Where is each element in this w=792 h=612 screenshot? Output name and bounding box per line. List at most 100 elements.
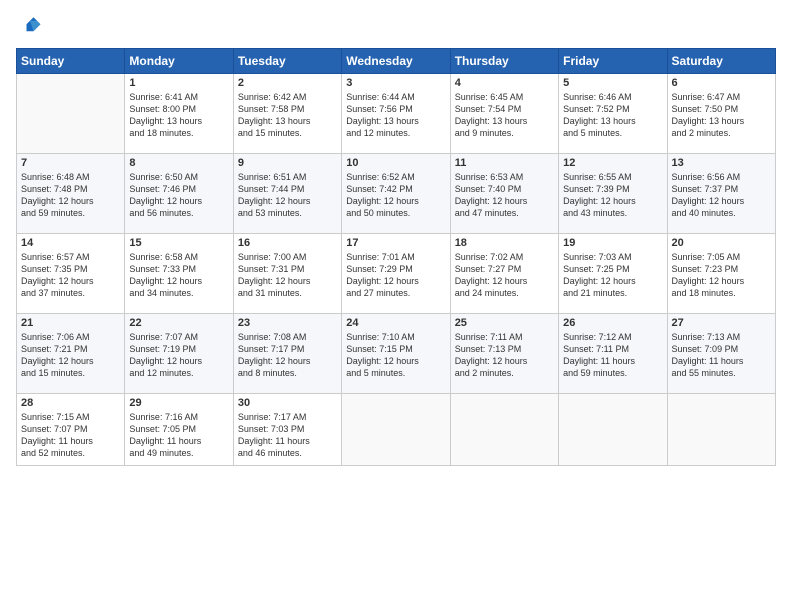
- day-number: 4: [455, 77, 554, 89]
- day-number: 19: [563, 237, 662, 249]
- cell-content: Sunrise: 7:11 AM Sunset: 7:13 PM Dayligh…: [455, 331, 554, 380]
- col-header-saturday: Saturday: [667, 49, 775, 74]
- cell-content: Sunrise: 7:05 AM Sunset: 7:23 PM Dayligh…: [672, 251, 771, 300]
- cell-4-1: 21 Sunrise: 7:06 AM Sunset: 7:21 PM Dayli…: [17, 314, 125, 394]
- day-number: 2: [238, 77, 337, 89]
- cell-content: Sunrise: 6:46 AM Sunset: 7:52 PM Dayligh…: [563, 91, 662, 140]
- page: SundayMondayTuesdayWednesdayThursdayFrid…: [0, 0, 792, 612]
- week-row-1: 1 Sunrise: 6:41 AM Sunset: 8:00 PM Daylig…: [17, 74, 776, 154]
- cell-content: Sunrise: 6:58 AM Sunset: 7:33 PM Dayligh…: [129, 251, 228, 300]
- day-number: 28: [21, 397, 120, 409]
- day-number: 25: [455, 317, 554, 329]
- day-number: 21: [21, 317, 120, 329]
- day-number: 16: [238, 237, 337, 249]
- cell-3-6: 19 Sunrise: 7:03 AM Sunset: 7:25 PM Dayli…: [559, 234, 667, 314]
- cell-content: Sunrise: 7:00 AM Sunset: 7:31 PM Dayligh…: [238, 251, 337, 300]
- day-number: 20: [672, 237, 771, 249]
- day-number: 13: [672, 157, 771, 169]
- cell-2-2: 8 Sunrise: 6:50 AM Sunset: 7:46 PM Daylig…: [125, 154, 233, 234]
- cell-1-4: 3 Sunrise: 6:44 AM Sunset: 7:56 PM Daylig…: [342, 74, 450, 154]
- day-number: 8: [129, 157, 228, 169]
- header-row: SundayMondayTuesdayWednesdayThursdayFrid…: [17, 49, 776, 74]
- week-row-2: 7 Sunrise: 6:48 AM Sunset: 7:48 PM Daylig…: [17, 154, 776, 234]
- cell-content: Sunrise: 6:50 AM Sunset: 7:46 PM Dayligh…: [129, 171, 228, 220]
- day-number: 11: [455, 157, 554, 169]
- cell-content: Sunrise: 7:16 AM Sunset: 7:05 PM Dayligh…: [129, 411, 228, 460]
- logo: [16, 12, 48, 40]
- cell-1-2: 1 Sunrise: 6:41 AM Sunset: 8:00 PM Daylig…: [125, 74, 233, 154]
- week-row-5: 28 Sunrise: 7:15 AM Sunset: 7:07 PM Dayli…: [17, 394, 776, 466]
- cell-content: Sunrise: 7:10 AM Sunset: 7:15 PM Dayligh…: [346, 331, 445, 380]
- cell-2-5: 11 Sunrise: 6:53 AM Sunset: 7:40 PM Dayli…: [450, 154, 558, 234]
- cell-content: Sunrise: 7:07 AM Sunset: 7:19 PM Dayligh…: [129, 331, 228, 380]
- header: [16, 12, 776, 40]
- calendar-table: SundayMondayTuesdayWednesdayThursdayFrid…: [16, 48, 776, 466]
- cell-1-6: 5 Sunrise: 6:46 AM Sunset: 7:52 PM Daylig…: [559, 74, 667, 154]
- cell-content: Sunrise: 7:02 AM Sunset: 7:27 PM Dayligh…: [455, 251, 554, 300]
- cell-4-2: 22 Sunrise: 7:07 AM Sunset: 7:19 PM Dayli…: [125, 314, 233, 394]
- col-header-thursday: Thursday: [450, 49, 558, 74]
- day-number: 7: [21, 157, 120, 169]
- cell-content: Sunrise: 6:55 AM Sunset: 7:39 PM Dayligh…: [563, 171, 662, 220]
- cell-2-6: 12 Sunrise: 6:55 AM Sunset: 7:39 PM Dayli…: [559, 154, 667, 234]
- day-number: 24: [346, 317, 445, 329]
- col-header-friday: Friday: [559, 49, 667, 74]
- cell-content: Sunrise: 7:03 AM Sunset: 7:25 PM Dayligh…: [563, 251, 662, 300]
- cell-5-4: [342, 394, 450, 466]
- cell-5-1: 28 Sunrise: 7:15 AM Sunset: 7:07 PM Dayli…: [17, 394, 125, 466]
- logo-icon: [16, 12, 44, 40]
- cell-content: Sunrise: 6:42 AM Sunset: 7:58 PM Dayligh…: [238, 91, 337, 140]
- cell-content: Sunrise: 6:53 AM Sunset: 7:40 PM Dayligh…: [455, 171, 554, 220]
- day-number: 10: [346, 157, 445, 169]
- cell-4-7: 27 Sunrise: 7:13 AM Sunset: 7:09 PM Dayli…: [667, 314, 775, 394]
- cell-5-2: 29 Sunrise: 7:16 AM Sunset: 7:05 PM Dayli…: [125, 394, 233, 466]
- day-number: 18: [455, 237, 554, 249]
- day-number: 29: [129, 397, 228, 409]
- week-row-3: 14Sunrise: 6:57 AM Sunset: 7:35 PM Dayli…: [17, 234, 776, 314]
- cell-2-1: 7 Sunrise: 6:48 AM Sunset: 7:48 PM Daylig…: [17, 154, 125, 234]
- cell-content: Sunrise: 6:57 AM Sunset: 7:35 PM Dayligh…: [21, 251, 120, 300]
- day-number: 9: [238, 157, 337, 169]
- day-number: 23: [238, 317, 337, 329]
- day-number: 5: [563, 77, 662, 89]
- cell-content: Sunrise: 6:45 AM Sunset: 7:54 PM Dayligh…: [455, 91, 554, 140]
- cell-2-7: 13 Sunrise: 6:56 AM Sunset: 7:37 PM Dayli…: [667, 154, 775, 234]
- cell-content: Sunrise: 7:17 AM Sunset: 7:03 PM Dayligh…: [238, 411, 337, 460]
- cell-content: Sunrise: 6:56 AM Sunset: 7:37 PM Dayligh…: [672, 171, 771, 220]
- cell-3-4: 17 Sunrise: 7:01 AM Sunset: 7:29 PM Dayli…: [342, 234, 450, 314]
- day-number: 22: [129, 317, 228, 329]
- cell-content: Sunrise: 7:08 AM Sunset: 7:17 PM Dayligh…: [238, 331, 337, 380]
- cell-3-7: 20 Sunrise: 7:05 AM Sunset: 7:23 PM Dayli…: [667, 234, 775, 314]
- cell-1-1: [17, 74, 125, 154]
- cell-content: Sunrise: 7:15 AM Sunset: 7:07 PM Dayligh…: [21, 411, 120, 460]
- day-number: 3: [346, 77, 445, 89]
- cell-4-4: 24 Sunrise: 7:10 AM Sunset: 7:15 PM Dayli…: [342, 314, 450, 394]
- day-number: 1: [129, 77, 228, 89]
- cell-5-6: [559, 394, 667, 466]
- cell-content: Sunrise: 7:13 AM Sunset: 7:09 PM Dayligh…: [672, 331, 771, 380]
- col-header-wednesday: Wednesday: [342, 49, 450, 74]
- cell-3-1: 14Sunrise: 6:57 AM Sunset: 7:35 PM Dayli…: [17, 234, 125, 314]
- cell-content: Sunrise: 7:06 AM Sunset: 7:21 PM Dayligh…: [21, 331, 120, 380]
- cell-5-3: 30 Sunrise: 7:17 AM Sunset: 7:03 PM Dayli…: [233, 394, 341, 466]
- cell-content: Sunrise: 7:01 AM Sunset: 7:29 PM Dayligh…: [346, 251, 445, 300]
- cell-2-4: 10 Sunrise: 6:52 AM Sunset: 7:42 PM Dayli…: [342, 154, 450, 234]
- cell-1-3: 2 Sunrise: 6:42 AM Sunset: 7:58 PM Daylig…: [233, 74, 341, 154]
- day-number: 26: [563, 317, 662, 329]
- cell-content: Sunrise: 6:48 AM Sunset: 7:48 PM Dayligh…: [21, 171, 120, 220]
- cell-4-6: 26Sunrise: 7:12 AM Sunset: 7:11 PM Dayli…: [559, 314, 667, 394]
- cell-content: Sunrise: 6:52 AM Sunset: 7:42 PM Dayligh…: [346, 171, 445, 220]
- cell-content: Sunrise: 6:41 AM Sunset: 8:00 PM Dayligh…: [129, 91, 228, 140]
- cell-2-3: 9Sunrise: 6:51 AM Sunset: 7:44 PM Daylig…: [233, 154, 341, 234]
- cell-3-3: 16 Sunrise: 7:00 AM Sunset: 7:31 PM Dayli…: [233, 234, 341, 314]
- day-number: 27: [672, 317, 771, 329]
- day-number: 15: [129, 237, 228, 249]
- cell-3-2: 15 Sunrise: 6:58 AM Sunset: 7:33 PM Dayli…: [125, 234, 233, 314]
- day-number: 17: [346, 237, 445, 249]
- cell-1-5: 4 Sunrise: 6:45 AM Sunset: 7:54 PM Daylig…: [450, 74, 558, 154]
- day-number: 30: [238, 397, 337, 409]
- cell-4-5: 25 Sunrise: 7:11 AM Sunset: 7:13 PM Dayli…: [450, 314, 558, 394]
- cell-content: Sunrise: 6:44 AM Sunset: 7:56 PM Dayligh…: [346, 91, 445, 140]
- cell-content: Sunrise: 6:47 AM Sunset: 7:50 PM Dayligh…: [672, 91, 771, 140]
- day-number: 12: [563, 157, 662, 169]
